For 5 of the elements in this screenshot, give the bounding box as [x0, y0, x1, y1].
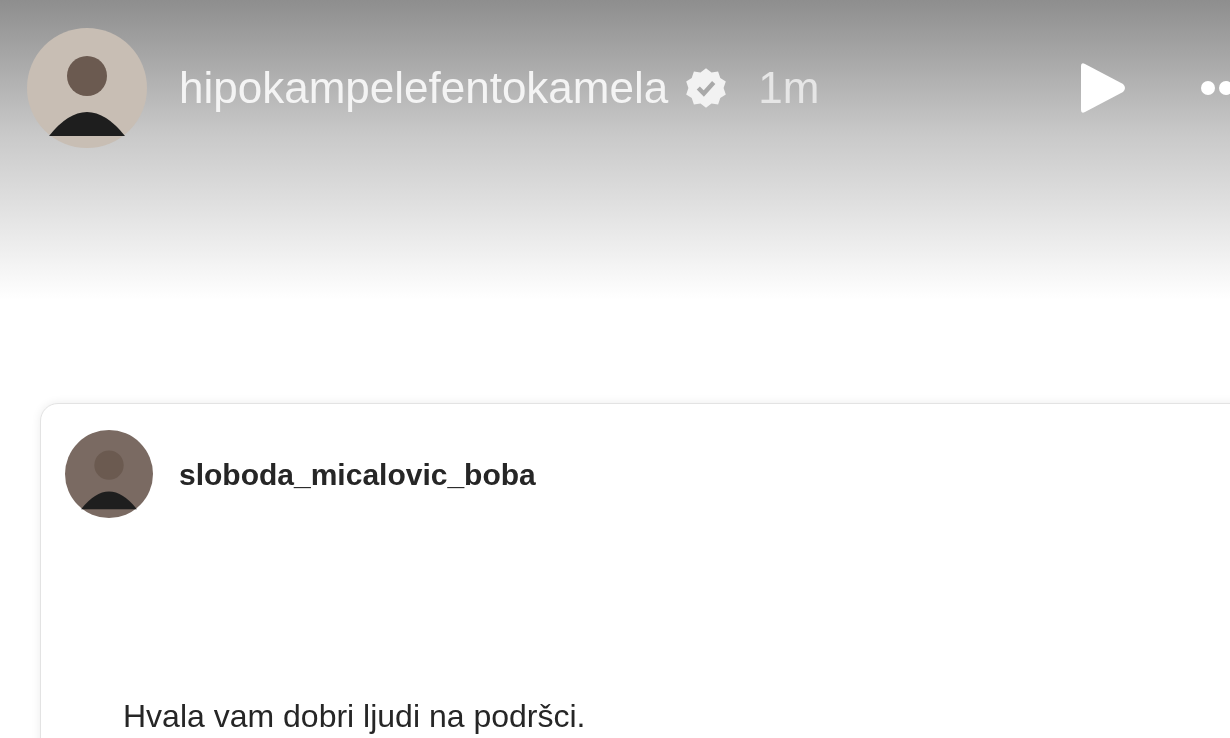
post-text: Hvala vam dobri ljudi na podršci.: [123, 697, 586, 736]
avatar[interactable]: [65, 430, 153, 518]
timestamp: 1m: [758, 62, 820, 114]
post-username[interactable]: sloboda_micalovic_boba: [179, 451, 536, 497]
avatar[interactable]: [27, 28, 147, 148]
